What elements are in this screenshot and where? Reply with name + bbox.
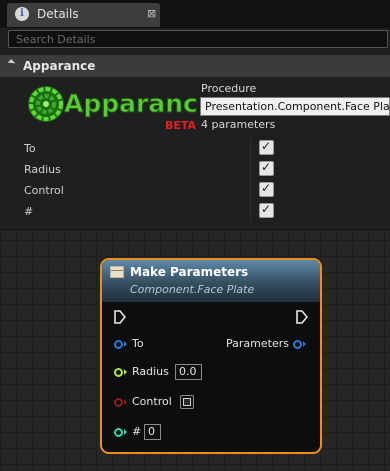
- details-panel: i Details ⊠ Search Details Apparance App…: [0, 0, 390, 230]
- column-divider: [250, 159, 251, 180]
- param-checkbox[interactable]: ✓: [259, 139, 274, 155]
- close-icon[interactable]: ⊠: [147, 7, 156, 20]
- hash-value-field[interactable]: 0: [144, 424, 161, 440]
- exec-in-pin-icon[interactable]: [114, 310, 126, 324]
- param-row-hash: # ✓: [0, 201, 390, 222]
- pin-arrow-icon: [303, 341, 306, 347]
- parameter-count: 4 parameters: [201, 118, 276, 131]
- radius-pin-label: Radius: [132, 365, 169, 378]
- node-header[interactable]: Make Parameters Component.Face Plate: [102, 260, 320, 302]
- node-subtitle: Component.Face Plate: [130, 283, 255, 296]
- column-divider: [250, 180, 251, 201]
- exec-out-pin-icon[interactable]: [296, 310, 308, 324]
- search-placeholder: Search Details: [16, 33, 96, 46]
- param-row-radius: Radius ✓: [0, 159, 390, 180]
- param-label: #: [24, 205, 34, 218]
- column-divider: [250, 201, 251, 222]
- procedure-dropdown[interactable]: Presentation.Component.Face Plate: [200, 97, 390, 116]
- info-icon: i: [15, 7, 29, 21]
- category-label: Apparance: [23, 59, 96, 73]
- pin-arrow-icon: [124, 341, 127, 347]
- radius-value-field[interactable]: 0.0: [175, 364, 202, 380]
- category-header[interactable]: Apparance: [0, 55, 390, 77]
- svg-text:Apparance: Apparance: [64, 89, 198, 118]
- tab-label: Details: [37, 7, 79, 21]
- parameters-pin-icon[interactable]: [293, 340, 302, 349]
- checkbox-inner: [183, 398, 191, 406]
- tab-bar: i Details ⊠: [0, 0, 390, 28]
- param-label: To: [24, 142, 36, 155]
- tab-details[interactable]: i Details ⊠: [7, 3, 160, 27]
- param-checkbox[interactable]: ✓: [259, 202, 274, 218]
- checkmark-icon: ✓: [261, 202, 272, 216]
- control-pin-label: Control: [132, 395, 172, 408]
- param-label: Radius: [24, 163, 61, 176]
- svg-text:BETA: BETA: [165, 119, 197, 132]
- procedure-value: Presentation.Component.Face Plate: [205, 100, 390, 113]
- node-title: Make Parameters: [130, 265, 249, 279]
- checkmark-icon: ✓: [261, 160, 272, 174]
- checkmark-icon: ✓: [261, 139, 272, 153]
- to-pin-label: To: [132, 337, 144, 350]
- logo-spiral-icon: [28, 86, 64, 122]
- procedure-label: Procedure: [201, 82, 257, 95]
- struct-icon: [110, 266, 124, 278]
- parameters-pin-label: Parameters: [226, 337, 289, 350]
- radius-pin-icon[interactable]: [114, 368, 123, 377]
- pin-arrow-icon: [124, 429, 127, 435]
- search-input[interactable]: Search Details: [8, 30, 388, 48]
- apparance-logo: Apparance BETA: [28, 86, 198, 132]
- control-pin-icon[interactable]: [114, 398, 123, 407]
- param-row-control: Control ✓: [0, 180, 390, 201]
- param-label: Control: [24, 184, 64, 197]
- to-pin-icon[interactable]: [114, 340, 123, 349]
- hash-pin-icon[interactable]: [114, 428, 123, 437]
- collapse-arrow-icon[interactable]: [7, 59, 16, 67]
- param-checkbox[interactable]: ✓: [259, 181, 274, 197]
- pin-arrow-icon: [124, 399, 127, 405]
- param-row-to: To ✓: [0, 138, 390, 159]
- column-divider: [250, 138, 251, 159]
- checkmark-icon: ✓: [261, 181, 272, 195]
- make-parameters-node[interactable]: Make Parameters Component.Face Plate To …: [100, 258, 322, 454]
- param-checkbox[interactable]: ✓: [259, 160, 274, 176]
- control-checkbox[interactable]: [180, 395, 194, 409]
- pin-arrow-icon: [124, 369, 127, 375]
- hash-pin-label: #: [132, 425, 142, 438]
